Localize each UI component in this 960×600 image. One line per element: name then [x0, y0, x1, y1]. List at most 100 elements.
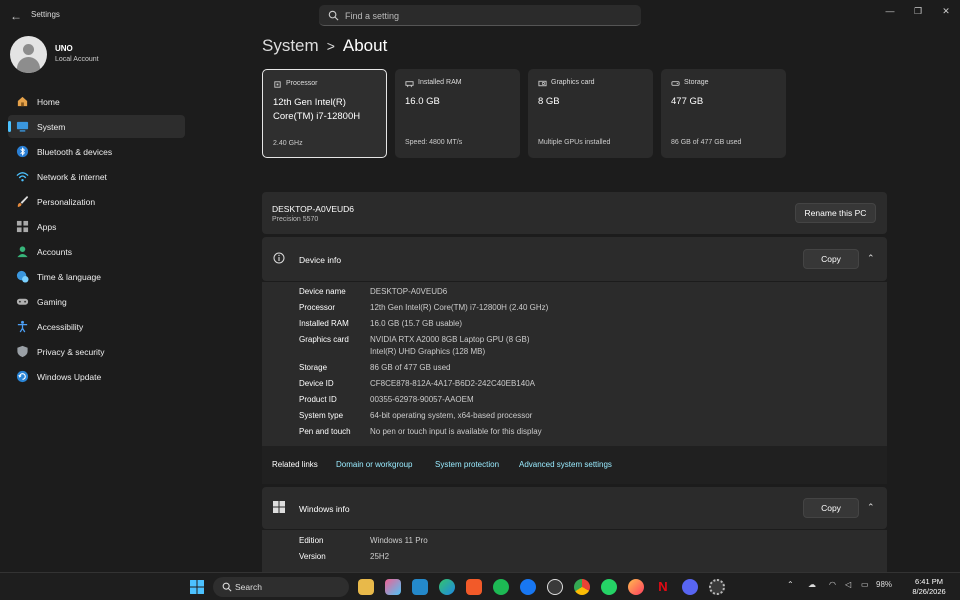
- clock-time: 6:41 PM: [915, 577, 943, 586]
- windows-start-icon[interactable]: [189, 579, 205, 595]
- sidebar-item-label: Bluetooth & devices: [37, 147, 113, 157]
- chatgpt-icon[interactable]: [547, 579, 563, 595]
- chevron-up-icon[interactable]: ⌃: [867, 253, 875, 264]
- app-title: Settings: [31, 10, 60, 19]
- minimize-button[interactable]: —: [883, 4, 897, 18]
- back-button[interactable]: ←: [8, 8, 24, 24]
- search-box[interactable]: Find a setting: [319, 5, 641, 26]
- close-button[interactable]: ✕: [939, 4, 953, 18]
- vscode-icon[interactable]: [412, 579, 428, 595]
- taskbar-clock[interactable]: 6:41 PM 8/26/2026: [905, 577, 953, 597]
- page-title: About: [342, 36, 388, 55]
- search-icon: [328, 10, 339, 21]
- link-system-protection[interactable]: System protection: [435, 460, 499, 469]
- spec-card-ram[interactable]: Installed RAM 16.0 GB Speed: 4800 MT/s: [395, 69, 520, 158]
- facebook-icon[interactable]: [520, 579, 536, 595]
- sidebar-item-label: Personalization: [37, 197, 96, 207]
- sidebar-item-apps[interactable]: Apps: [8, 215, 185, 238]
- search-icon: [222, 582, 232, 592]
- gpu-icon: [538, 80, 547, 87]
- edge-icon[interactable]: [439, 579, 455, 595]
- device-info-body: [262, 282, 887, 446]
- link-advanced-system-settings[interactable]: Advanced system settings: [519, 460, 612, 469]
- spec-detail: 2.40 GHz: [273, 140, 303, 147]
- volume-icon[interactable]: ◁: [845, 580, 851, 589]
- chrome-icon[interactable]: [574, 579, 590, 595]
- sidebar-item-label: Gaming: [37, 297, 67, 307]
- clock-date: 8/26/2026: [912, 587, 946, 596]
- maximize-button[interactable]: ❐: [911, 4, 925, 18]
- brave-icon[interactable]: [466, 579, 482, 595]
- accounts-icon: [17, 246, 28, 258]
- spec-card-storage[interactable]: Storage 477 GB 86 GB of 477 GB used: [661, 69, 786, 158]
- rename-pc-button[interactable]: Rename this PC: [795, 203, 876, 223]
- sidebar-item-time-language[interactable]: Time & language: [8, 265, 185, 288]
- spec-title: Processor: [286, 80, 318, 87]
- breadcrumb-parent[interactable]: System: [262, 36, 319, 55]
- copy-windows-info-button[interactable]: Copy: [803, 498, 859, 518]
- sidebar-item-network[interactable]: Network & internet: [8, 165, 185, 188]
- home-icon: [17, 96, 28, 107]
- netflix-icon[interactable]: N: [655, 579, 671, 595]
- windows-info-header[interactable]: Windows info Copy ⌃: [262, 487, 887, 529]
- spec-detail: 86 GB of 477 GB used: [671, 139, 742, 146]
- file-explorer-icon[interactable]: [358, 579, 374, 595]
- sidebar-item-personalization[interactable]: Personalization: [8, 190, 185, 213]
- account-type: Local Account: [55, 56, 99, 63]
- brush-icon: [17, 195, 29, 208]
- sidebar-item-system[interactable]: System: [8, 115, 185, 138]
- taskbar: Search N ⌃ ☁ ◠ ◁ ▭ 98% 6:41 PM 8/26/2026: [0, 572, 960, 600]
- sidebar-item-accounts[interactable]: Accounts: [8, 240, 185, 263]
- sidebar-item-label: Accounts: [37, 247, 72, 257]
- copy-device-info-button[interactable]: Copy: [803, 249, 859, 269]
- accessibility-icon: [17, 320, 28, 333]
- spec-detail: Speed: 4800 MT/s: [405, 139, 463, 146]
- sidebar-item-bluetooth[interactable]: Bluetooth & devices: [8, 140, 185, 163]
- title-bar: ← Settings Find a setting — ❐ ✕: [0, 0, 960, 32]
- breadcrumb: System > About: [262, 36, 387, 56]
- pc-name-card: DESKTOP-A0VEUD6 Precision 5570 Rename th…: [262, 192, 887, 234]
- discord-icon[interactable]: [682, 579, 698, 595]
- pc-name: DESKTOP-A0VEUD6: [272, 204, 355, 214]
- device-info-header[interactable]: Device info Copy ⌃: [262, 237, 887, 281]
- spec-value: 16.0 GB: [405, 96, 440, 107]
- user-name: UNO: [55, 44, 73, 53]
- wifi-icon: [16, 172, 29, 182]
- shield-icon: [17, 345, 28, 358]
- sidebar-item-windows-update[interactable]: Windows Update: [8, 365, 185, 388]
- settings-icon[interactable]: [709, 579, 725, 595]
- system-icon: [16, 121, 29, 132]
- sidebar-item-gaming[interactable]: Gaming: [8, 290, 185, 313]
- sidebar-item-label: Windows Update: [37, 372, 102, 382]
- info-icon: [273, 252, 285, 264]
- sidebar-item-label: Network & internet: [37, 172, 107, 182]
- sidebar-item-label: Home: [37, 97, 60, 107]
- wifi-icon[interactable]: ◠: [829, 580, 836, 589]
- windows-info-title: Windows info: [299, 504, 350, 514]
- photos-icon[interactable]: [385, 579, 401, 595]
- battery-percent: 98%: [876, 580, 893, 589]
- whatsapp-icon[interactable]: [601, 579, 617, 595]
- sidebar-item-label: System: [37, 122, 66, 132]
- sidebar-item-accessibility[interactable]: Accessibility: [8, 315, 185, 338]
- spec-value: 12th Gen Intel(R) Core(TM) i7-12800H: [273, 97, 361, 122]
- spec-card-processor[interactable]: Processor 12th Gen Intel(R) Core(TM) i7-…: [262, 69, 387, 158]
- related-links-label: Related links: [272, 460, 318, 469]
- bluetooth-icon: [16, 145, 29, 158]
- sidebar-item-home[interactable]: Home: [8, 90, 185, 113]
- spotify-icon[interactable]: [493, 579, 509, 595]
- firefox-icon[interactable]: [628, 579, 644, 595]
- ram-icon: [405, 81, 414, 88]
- battery-icon[interactable]: ▭: [861, 580, 869, 589]
- sidebar-item-privacy[interactable]: Privacy & security: [8, 340, 185, 363]
- spec-card-graphics[interactable]: Graphics card 8 GB Multiple GPUs install…: [528, 69, 653, 158]
- taskbar-search[interactable]: Search: [213, 577, 349, 597]
- processor-icon: [274, 81, 281, 88]
- breadcrumb-separator: >: [326, 38, 335, 54]
- link-domain-workgroup[interactable]: Domain or workgroup: [336, 460, 412, 469]
- chevron-up-icon[interactable]: ⌃: [787, 580, 794, 589]
- sidebar-item-label: Privacy & security: [37, 347, 105, 357]
- chevron-up-icon[interactable]: ⌃: [867, 502, 875, 513]
- cloud-icon[interactable]: ☁: [808, 580, 816, 589]
- update-icon: [16, 370, 29, 383]
